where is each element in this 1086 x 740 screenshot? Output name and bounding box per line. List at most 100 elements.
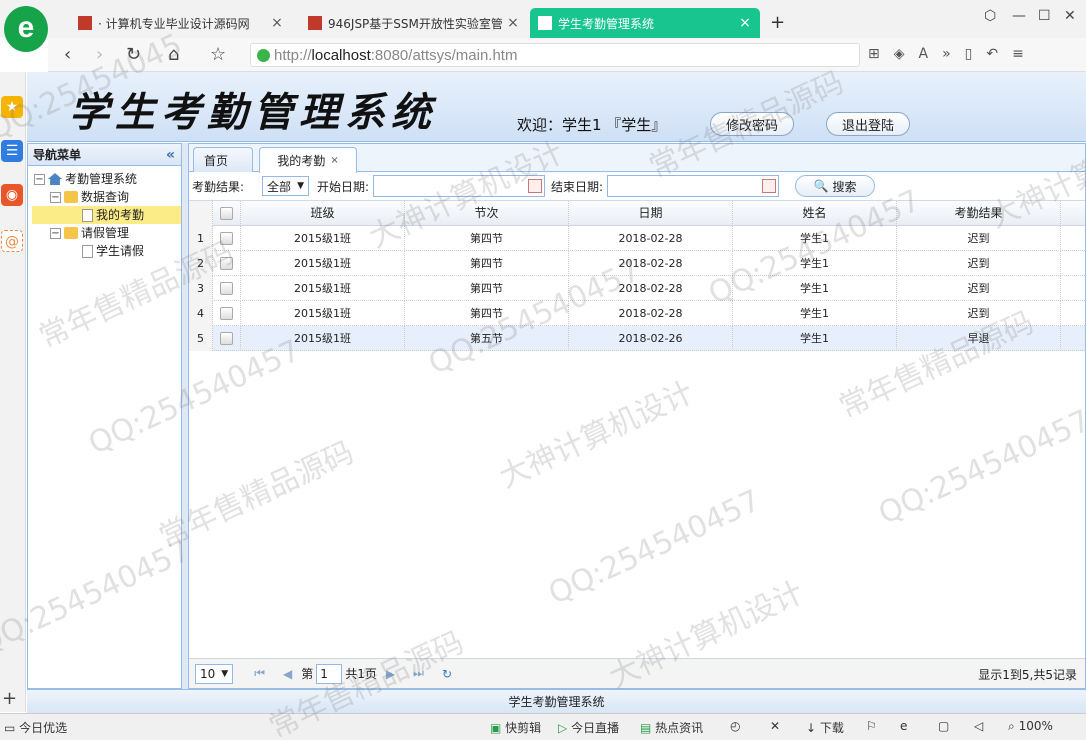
mail-icon[interactable]: @ [1,230,23,252]
cell-result: 早退 [897,325,1061,351]
checkbox[interactable] [220,256,233,270]
browser-tab-3[interactable]: 学生考勤管理系统 × [530,8,760,38]
row-checkbox[interactable] [213,225,241,251]
minimize-icon[interactable]: — [1012,8,1026,24]
first-page-icon[interactable]: ⏮ [254,666,265,681]
search-button[interactable]: 🔍 搜索 [795,175,876,197]
checkbox[interactable] [220,281,233,295]
checkbox[interactable] [220,306,233,320]
back-icon[interactable]: ‹ [64,44,71,65]
tree-node-root[interactable]: − 考勤管理系统 [28,170,181,188]
tree-node-query[interactable]: − 数据查询 [28,188,181,206]
window-icon[interactable]: ▢ [938,719,949,733]
url-input[interactable]: http://localhost:8080/attsys/main.htm [250,43,860,67]
undo-icon[interactable]: ↶ [986,46,998,62]
accelerate-icon[interactable]: ◴ [730,719,740,733]
browser-logo-icon[interactable]: e [4,6,48,52]
hot-news-link[interactable]: ▤ 热点资讯 [640,719,703,736]
app: 学生考勤管理系统 欢迎：学生1 『学生』 修改密码 退出登陆 导航菜单 « − … [27,72,1086,689]
tree-node-my-attendance[interactable]: 我的考勤 [32,206,181,224]
collapse-icon[interactable]: « [166,144,175,166]
table-row[interactable]: 5 2015级1班 第五节 2018-02-26 学生1 早退 [189,325,1085,351]
skin-icon[interactable]: ⬡ [984,8,996,24]
column-header-period[interactable]: 节次 [405,200,569,226]
forward-icon[interactable]: › [96,44,103,65]
refresh-icon[interactable]: ↻ [126,44,141,65]
nav-panel-header: 导航菜单 « [28,144,181,166]
collapse-toggle-icon[interactable]: − [34,173,45,185]
menu-icon[interactable]: ≡ [1012,46,1024,62]
checkbox[interactable] [220,206,233,220]
page-number-input[interactable]: 1 [316,663,343,684]
file-icon [82,244,93,258]
tab-home[interactable]: 首页 [193,147,253,172]
row-checkbox[interactable] [213,325,241,351]
page-size-select[interactable]: 10 ▼ [195,663,234,684]
table-row[interactable]: 3 2015级1班 第四节 2018-02-28 学生1 迟到 [189,275,1085,301]
column-header-name[interactable]: 姓名 [733,200,897,226]
quick-cut-link[interactable]: ▣ 快剪辑 [490,719,541,736]
row-checkbox[interactable] [213,250,241,276]
volume-icon[interactable]: ◁ [974,719,983,733]
browser-tab-1[interactable]: · 计算机专业毕业设计源码网 × [70,8,292,38]
translate-icon[interactable]: A [919,46,929,62]
start-date-input[interactable] [373,175,546,197]
close-window-icon[interactable]: ✕ [1064,8,1076,24]
favorites-icon[interactable]: ★ [1,96,23,118]
end-date-input[interactable] [607,175,780,197]
live-link[interactable]: ▷ 今日直播 [558,719,619,736]
extension-icon[interactable]: ⊞ [868,46,880,62]
zoom-control[interactable]: ⌕ 100% [1008,719,1053,734]
close-tab-icon[interactable]: × [506,15,520,31]
weibo-icon[interactable]: ◉ [1,184,23,206]
result-select[interactable]: 全部 ▼ [262,176,309,196]
refresh-icon[interactable]: ↻ [442,667,452,681]
calendar-icon[interactable] [762,179,777,193]
collapse-toggle-icon[interactable]: − [50,191,61,203]
tree-node-student-leave[interactable]: 学生请假 [28,242,181,260]
new-tab-icon[interactable]: + [770,12,785,33]
home-icon[interactable]: ⌂ [168,44,179,65]
select-all-checkbox[interactable] [213,200,241,226]
browser-tab-2[interactable]: 946JSP基于SSM开放性实验室管 × [300,8,528,38]
prev-page-icon[interactable]: ◀ [283,667,292,681]
today-picks-link[interactable]: ▭ 今日优选 [4,719,67,736]
checkbox[interactable] [220,231,233,245]
shield-icon[interactable]: ◈ [894,46,905,62]
last-page-icon[interactable]: ⏭ [413,666,424,681]
ie-mode-icon[interactable]: e [900,719,907,733]
chevron-down-icon: ▼ [221,668,229,679]
collapse-toggle-icon[interactable]: − [50,227,61,239]
column-header-class[interactable]: 班级 [241,200,405,226]
bookmark-star-icon[interactable]: ☆ [210,44,226,65]
list-icon[interactable]: ☰ [1,140,23,162]
close-tab-icon[interactable]: × [270,15,284,31]
table-row[interactable]: 4 2015级1班 第四节 2018-02-28 学生1 迟到 [189,300,1085,326]
column-header-date[interactable]: 日期 [569,200,733,226]
download-link[interactable]: ↓ 下载 [806,719,844,736]
cell-result: 迟到 [897,225,1061,251]
phone-icon[interactable]: ▯ [965,46,973,62]
tree-node-label: 请假管理 [81,226,130,240]
close-tab-icon[interactable]: × [330,155,338,166]
tree-node-leave[interactable]: − 请假管理 [28,224,181,242]
cell-name: 学生1 [733,275,897,301]
change-password-button[interactable]: 修改密码 [710,112,794,136]
column-header-result[interactable]: 考勤结果 [897,200,1061,226]
row-checkbox[interactable] [213,300,241,326]
table-row[interactable]: 2 2015级1班 第四节 2018-02-28 学生1 迟到 [189,250,1085,276]
close-tab-icon[interactable]: × [738,15,752,31]
table-row[interactable]: 1 2015级1班 第四节 2018-02-28 学生1 迟到 [189,225,1085,251]
maximize-icon[interactable]: ☐ [1038,8,1051,24]
tools-icon[interactable]: ✕ [770,719,780,733]
logout-button[interactable]: 退出登陆 [826,112,910,136]
calendar-icon[interactable] [528,179,543,193]
row-checkbox[interactable] [213,275,241,301]
sidebar-add-icon[interactable]: + [2,688,17,709]
checkbox[interactable] [220,331,233,345]
cell-class: 2015级1班 [241,275,405,301]
flag-icon[interactable]: ⚐ [866,719,877,733]
next-page-icon[interactable]: ▶ [386,667,395,681]
tab-my-attendance[interactable]: 我的考勤 × [259,147,357,173]
more-icon[interactable]: » [942,46,951,62]
